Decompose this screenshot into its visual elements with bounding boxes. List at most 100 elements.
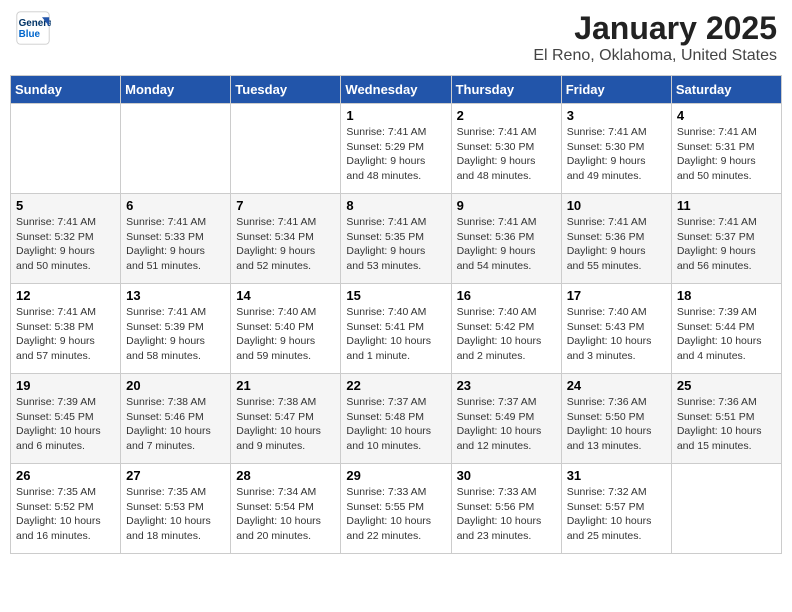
calendar-cell: 18Sunrise: 7:39 AM Sunset: 5:44 PM Dayli… [671,284,781,374]
calendar-cell: 4 Sunrise: 7:41 AM Sunset: 5:31 PM Daylig… [671,104,781,194]
weekday-header: Friday [561,76,671,104]
calendar-cell: 27 Sunrise: 7:35 AM Sunset: 5:53 PM Dayli… [121,464,231,554]
cell-content: Sunrise: 7:41 AM Sunset: 5:36 PM Dayligh… [567,215,666,274]
day-number: 31 [567,468,666,483]
cell-content: Sunrise: 7:41 AM Sunset: 5:31 PM Dayligh… [677,125,776,184]
page-header: General Blue January 2025 El Reno, Oklah… [10,10,782,65]
cell-content: Sunrise: 7:41 AM Sunset: 5:36 PM Dayligh… [457,215,556,274]
cell-content: Sunrise: 7:35 AM Sunset: 5:52 PM Dayligh… [16,485,115,544]
calendar-cell: 24 Sunrise: 7:36 AM Sunset: 5:50 PM Dayli… [561,374,671,464]
cell-content: Sunrise: 7:39 AM Sunset: 5:45 PM Dayligh… [16,395,115,454]
calendar-cell: 30 Sunrise: 7:33 AM Sunset: 5:56 PM Dayli… [451,464,561,554]
calendar-cell: 23Sunrise: 7:37 AM Sunset: 5:49 PM Dayli… [451,374,561,464]
cell-content: Sunrise: 7:36 AM Sunset: 5:51 PM Dayligh… [677,395,776,454]
calendar-cell: 17 Sunrise: 7:40 AM Sunset: 5:43 PM Dayli… [561,284,671,374]
cell-content: Sunrise: 7:41 AM Sunset: 5:34 PM Dayligh… [236,215,335,274]
calendar-cell: 14 Sunrise: 7:40 AM Sunset: 5:40 PM Dayli… [231,284,341,374]
calendar-cell [11,104,121,194]
cell-content: Sunrise: 7:37 AM Sunset: 5:48 PM Dayligh… [346,395,445,454]
calendar-cell [121,104,231,194]
day-number: 6 [126,198,225,213]
day-number: 22 [346,378,445,393]
calendar-cell: 9Sunrise: 7:41 AM Sunset: 5:36 PM Daylig… [451,194,561,284]
calendar-cell: 28Sunrise: 7:34 AM Sunset: 5:54 PM Dayli… [231,464,341,554]
svg-text:Blue: Blue [19,29,41,40]
calendar-cell: 1 Sunrise: 7:41 AM Sunset: 5:29 PM Daylig… [341,104,451,194]
cell-content: Sunrise: 7:41 AM Sunset: 5:38 PM Dayligh… [16,305,115,364]
day-number: 8 [346,198,445,213]
cell-content: Sunrise: 7:36 AM Sunset: 5:50 PM Dayligh… [567,395,666,454]
month-title: January 2025 [533,10,777,47]
calendar-cell: 11 Sunrise: 7:41 AM Sunset: 5:37 PM Dayli… [671,194,781,284]
day-number: 10 [567,198,666,213]
calendar-week-row: 12 Sunrise: 7:41 AM Sunset: 5:38 PM Dayli… [11,284,782,374]
cell-content: Sunrise: 7:41 AM Sunset: 5:39 PM Dayligh… [126,305,225,364]
calendar-week-row: 1 Sunrise: 7:41 AM Sunset: 5:29 PM Daylig… [11,104,782,194]
weekday-header: Tuesday [231,76,341,104]
calendar-header-row: SundayMondayTuesdayWednesdayThursdayFrid… [11,76,782,104]
calendar-cell: 20Sunrise: 7:38 AM Sunset: 5:46 PM Dayli… [121,374,231,464]
calendar-week-row: 19 Sunrise: 7:39 AM Sunset: 5:45 PM Dayli… [11,374,782,464]
calendar-cell: 5Sunrise: 7:41 AM Sunset: 5:32 PM Daylig… [11,194,121,284]
day-number: 16 [457,288,556,303]
day-number: 30 [457,468,556,483]
day-number: 19 [16,378,115,393]
day-number: 26 [16,468,115,483]
cell-content: Sunrise: 7:40 AM Sunset: 5:41 PM Dayligh… [346,305,445,364]
cell-content: Sunrise: 7:33 AM Sunset: 5:56 PM Dayligh… [457,485,556,544]
cell-content: Sunrise: 7:41 AM Sunset: 5:33 PM Dayligh… [126,215,225,274]
calendar-cell: 16 Sunrise: 7:40 AM Sunset: 5:42 PM Dayli… [451,284,561,374]
day-number: 17 [567,288,666,303]
calendar-cell: 10 Sunrise: 7:41 AM Sunset: 5:36 PM Dayli… [561,194,671,284]
cell-content: Sunrise: 7:41 AM Sunset: 5:30 PM Dayligh… [567,125,666,184]
day-number: 13 [126,288,225,303]
calendar-week-row: 26 Sunrise: 7:35 AM Sunset: 5:52 PM Dayli… [11,464,782,554]
calendar-table: SundayMondayTuesdayWednesdayThursdayFrid… [10,75,782,554]
calendar-cell: 21 Sunrise: 7:38 AM Sunset: 5:47 PM Dayli… [231,374,341,464]
cell-content: Sunrise: 7:35 AM Sunset: 5:53 PM Dayligh… [126,485,225,544]
day-number: 11 [677,198,776,213]
weekday-header: Saturday [671,76,781,104]
calendar-cell: 2 Sunrise: 7:41 AM Sunset: 5:30 PM Daylig… [451,104,561,194]
day-number: 4 [677,108,776,123]
calendar-cell [231,104,341,194]
logo-icon: General Blue [15,10,51,46]
day-number: 12 [16,288,115,303]
day-number: 24 [567,378,666,393]
cell-content: Sunrise: 7:33 AM Sunset: 5:55 PM Dayligh… [346,485,445,544]
day-number: 25 [677,378,776,393]
location-title: El Reno, Oklahoma, United States [533,47,777,65]
day-number: 18 [677,288,776,303]
cell-content: Sunrise: 7:41 AM Sunset: 5:29 PM Dayligh… [346,125,445,184]
day-number: 15 [346,288,445,303]
calendar-cell: 6 Sunrise: 7:41 AM Sunset: 5:33 PM Daylig… [121,194,231,284]
day-number: 5 [16,198,115,213]
day-number: 21 [236,378,335,393]
cell-content: Sunrise: 7:40 AM Sunset: 5:40 PM Dayligh… [236,305,335,364]
calendar-cell: 3 Sunrise: 7:41 AM Sunset: 5:30 PM Daylig… [561,104,671,194]
cell-content: Sunrise: 7:41 AM Sunset: 5:30 PM Dayligh… [457,125,556,184]
cell-content: Sunrise: 7:40 AM Sunset: 5:42 PM Dayligh… [457,305,556,364]
calendar-cell: 29 Sunrise: 7:33 AM Sunset: 5:55 PM Dayli… [341,464,451,554]
cell-content: Sunrise: 7:38 AM Sunset: 5:46 PM Dayligh… [126,395,225,454]
day-number: 27 [126,468,225,483]
cell-content: Sunrise: 7:34 AM Sunset: 5:54 PM Dayligh… [236,485,335,544]
weekday-header: Monday [121,76,231,104]
calendar-cell [671,464,781,554]
cell-content: Sunrise: 7:38 AM Sunset: 5:47 PM Dayligh… [236,395,335,454]
calendar-body: 1 Sunrise: 7:41 AM Sunset: 5:29 PM Daylig… [11,104,782,554]
cell-content: Sunrise: 7:40 AM Sunset: 5:43 PM Dayligh… [567,305,666,364]
calendar-cell: 25 Sunrise: 7:36 AM Sunset: 5:51 PM Dayli… [671,374,781,464]
day-number: 3 [567,108,666,123]
calendar-cell: 13 Sunrise: 7:41 AM Sunset: 5:39 PM Dayli… [121,284,231,374]
day-number: 2 [457,108,556,123]
cell-content: Sunrise: 7:41 AM Sunset: 5:37 PM Dayligh… [677,215,776,274]
weekday-header: Sunday [11,76,121,104]
calendar-week-row: 5Sunrise: 7:41 AM Sunset: 5:32 PM Daylig… [11,194,782,284]
weekday-header: Wednesday [341,76,451,104]
day-number: 29 [346,468,445,483]
day-number: 14 [236,288,335,303]
calendar-cell: 12 Sunrise: 7:41 AM Sunset: 5:38 PM Dayli… [11,284,121,374]
day-number: 1 [346,108,445,123]
logo: General Blue [15,10,51,46]
